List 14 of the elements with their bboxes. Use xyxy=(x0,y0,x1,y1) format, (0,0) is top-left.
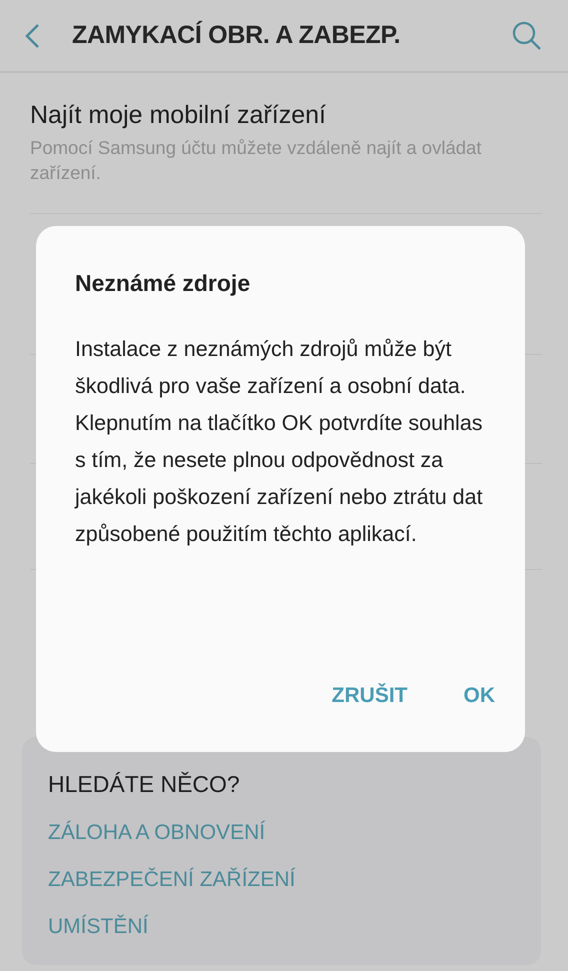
back-button[interactable] xyxy=(24,22,40,48)
screen-title: ZAMYKACÍ OBR. A ZABEZP. xyxy=(72,21,402,50)
ok-button[interactable]: OK xyxy=(464,680,495,712)
setting-summary: Pomocí Samsung účtu můžete vzdáleně najít a ovládat zařízení. xyxy=(30,136,482,185)
search-button[interactable] xyxy=(512,20,542,50)
suggestion-link[interactable]: ZABEZPEČENÍ ZAŘÍZENÍ xyxy=(48,868,296,892)
setting-title: Najít moje mobilní zařízení xyxy=(30,101,327,130)
cancel-button[interactable]: ZRUŠIT xyxy=(332,680,408,712)
dialog-message: Instalace z neznámých zdrojů může být škodlivá pro vaše zařízení a osobní data. Klepnutím na tlačítko OK potvrdíte souhlas s tím, že nesete plnou odpovědnost za jakékoli poškození zařízení nebo ztrátu dat způsobené použitím těchto aplikací. xyxy=(75,336,484,548)
suggestion-link[interactable]: UMÍSTĚNÍ xyxy=(48,915,148,939)
dialog-title: Neznámé zdroje xyxy=(75,270,252,297)
suggestions-heading: HLEDÁTE NĚCO? xyxy=(48,771,240,798)
suggestion-link[interactable]: ZÁLOHA A OBNOVENÍ xyxy=(48,821,266,845)
settings-item[interactable]: Najít moje mobilní zařízení Pomocí Samsung účtu můžete vzdáleně najít a ovládat zařízení. xyxy=(30,73,542,214)
